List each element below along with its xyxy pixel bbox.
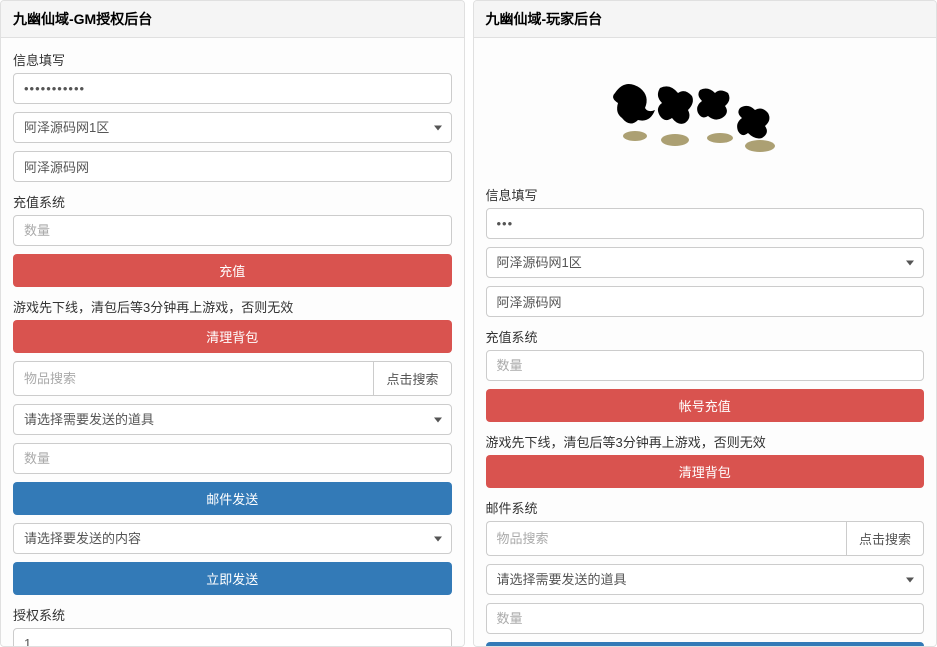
- game-logo-icon: [600, 68, 810, 158]
- quantity-input[interactable]: [486, 350, 925, 381]
- item-search-input[interactable]: [486, 521, 846, 556]
- recharge-button[interactable]: 充值: [13, 254, 452, 287]
- quantity2-input[interactable]: [486, 603, 925, 634]
- clear-bag-button[interactable]: 清理背包: [13, 320, 452, 353]
- account-input[interactable]: [13, 151, 452, 182]
- gm-panel-body: 信息填写 阿泽源码网1区 充值系统 充值 游戏先下线，清包后等3分钟再上游戏，否…: [1, 38, 464, 646]
- player-panel-body: 信息填写 阿泽源码网1区 充值系统 帐号充值 游戏先下线，清包后等3分钟再上游戏…: [474, 38, 937, 646]
- player-panel-header: 九幽仙域-玩家后台: [474, 1, 937, 38]
- warning-text: 游戏先下线，清包后等3分钟再上游戏，否则无效: [486, 432, 925, 451]
- mail-label: 邮件系统: [486, 498, 925, 517]
- search-button[interactable]: 点击搜索: [846, 521, 924, 556]
- gm-panel: 九幽仙域-GM授权后台 信息填写 阿泽源码网1区 充值系统 充值 游戏先下线，清…: [0, 0, 465, 647]
- info-label: 信息填写: [486, 185, 925, 204]
- account-recharge-button[interactable]: 帐号充值: [486, 389, 925, 422]
- password-input[interactable]: [13, 73, 452, 104]
- auth-input[interactable]: [13, 628, 452, 646]
- clear-bag-button[interactable]: 清理背包: [486, 455, 925, 488]
- quantity2-input[interactable]: [13, 443, 452, 474]
- region-select[interactable]: 阿泽源码网1区: [13, 112, 452, 143]
- item-select[interactable]: 请选择需要发送的道具: [486, 564, 925, 595]
- info-label: 信息填写: [13, 50, 452, 69]
- item-search-input[interactable]: [13, 361, 373, 396]
- auth-label: 授权系统: [13, 605, 452, 624]
- player-panel: 九幽仙域-玩家后台 信息填写: [473, 0, 937, 647]
- recharge-label: 充值系统: [13, 192, 452, 211]
- send-now-button[interactable]: 立即发送: [13, 562, 452, 595]
- password-input[interactable]: [486, 208, 925, 239]
- gm-panel-header: 九幽仙域-GM授权后台: [1, 1, 464, 38]
- search-button[interactable]: 点击搜索: [373, 361, 451, 396]
- logo-area: [486, 48, 925, 183]
- region-select[interactable]: 阿泽源码网1区: [486, 247, 925, 278]
- warning-text: 游戏先下线，清包后等3分钟再上游戏，否则无效: [13, 297, 452, 316]
- mail-send-button[interactable]: 邮件发送: [486, 642, 925, 646]
- quantity-input[interactable]: [13, 215, 452, 246]
- content-select[interactable]: 请选择要发送的内容: [13, 523, 452, 554]
- account-input[interactable]: [486, 286, 925, 317]
- recharge-label: 充值系统: [486, 327, 925, 346]
- item-select[interactable]: 请选择需要发送的道具: [13, 404, 452, 435]
- mail-send-button[interactable]: 邮件发送: [13, 482, 452, 515]
